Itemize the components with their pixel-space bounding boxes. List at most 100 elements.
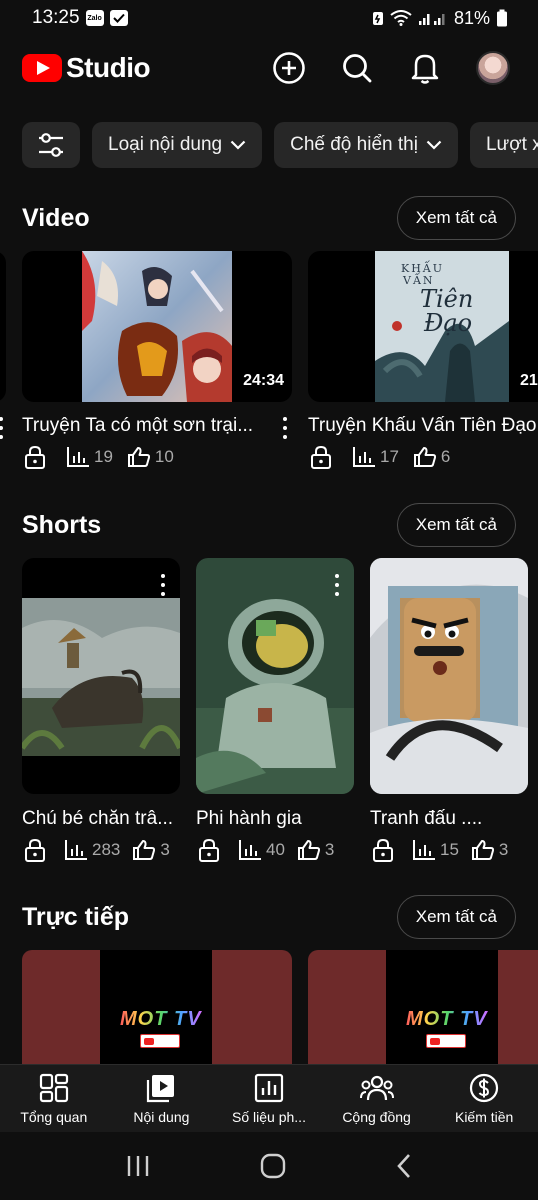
- notifications-button[interactable]: [402, 45, 448, 91]
- earn-icon: [470, 1073, 499, 1102]
- app-bar: Studio: [0, 40, 538, 96]
- see-all-videos-button[interactable]: Xem tất cả: [396, 196, 516, 240]
- thumbs-up-icon: [471, 840, 494, 860]
- likes-count: 10: [154, 447, 174, 466]
- chevron-down-icon: [426, 140, 442, 150]
- battery-icon: [497, 9, 507, 27]
- content-icon: [147, 1074, 175, 1102]
- short-thumbnail-art: [370, 558, 528, 794]
- video-thumbnail[interactable]: 24:34: [22, 251, 292, 402]
- likes-count: 6: [440, 447, 451, 466]
- more-options-icon[interactable]: [160, 574, 166, 596]
- lock-icon: [199, 838, 219, 862]
- live-thumbnail[interactable]: MOT TV: [22, 950, 292, 1070]
- short-title[interactable]: Tranh đấu ....: [370, 808, 530, 830]
- video-duration: 21: [520, 372, 538, 389]
- search-button[interactable]: [334, 45, 380, 91]
- nav-content[interactable]: Nội dung: [108, 1065, 216, 1132]
- community-icon: [359, 1075, 394, 1100]
- video-thumbnail[interactable]: KHẤU VẤN Tiên Đạo 21: [308, 251, 538, 402]
- more-options-icon[interactable]: [0, 417, 4, 439]
- short-stats: 40 3: [198, 838, 334, 862]
- chip-label: Lượt x: [485, 134, 538, 155]
- sliders-icon: [39, 133, 63, 157]
- home-icon[interactable]: [260, 1153, 286, 1179]
- nav-label: Kiếm tiền: [454, 1108, 514, 1125]
- views-count: 40: [266, 840, 285, 859]
- see-all-live-button[interactable]: Xem tất cả: [396, 895, 516, 939]
- short-thumbnail[interactable]: [196, 558, 354, 794]
- section-title: Video: [22, 203, 90, 232]
- nav-earn[interactable]: Kiếm tiền: [430, 1065, 538, 1132]
- section-title: Shorts: [22, 510, 102, 539]
- dashboard-icon: [39, 1073, 68, 1102]
- signal-icon: [418, 14, 445, 25]
- mot-tv-logo: MOT TV: [120, 1008, 202, 1030]
- thumbnail-title: Tiên Đạo: [420, 287, 473, 335]
- nav-label: Nội dung: [133, 1108, 190, 1125]
- see-all-shorts-button[interactable]: Xem tất cả: [396, 503, 516, 547]
- thumbs-up-icon: [133, 840, 156, 860]
- live-thumbnail[interactable]: MOT TV: [308, 950, 538, 1070]
- video-stats: 19 10: [24, 445, 174, 469]
- analytics-icon: [353, 447, 375, 467]
- analytics-icon: [254, 1073, 284, 1102]
- short-thumbnail[interactable]: [370, 558, 528, 794]
- likes-count: 3: [160, 840, 170, 859]
- short-thumbnail[interactable]: [22, 558, 180, 794]
- analytics-icon: [239, 840, 261, 860]
- live-section-header: Trực tiếp Xem tất cả: [22, 895, 516, 939]
- youtube-studio-logo[interactable]: Studio: [22, 52, 151, 84]
- create-button[interactable]: [266, 45, 312, 91]
- account-button[interactable]: [470, 45, 516, 91]
- more-options-icon[interactable]: [282, 417, 288, 439]
- wifi-icon: [390, 10, 412, 26]
- add-circle-icon: [273, 52, 305, 84]
- nav-dashboard[interactable]: Tổng quan: [0, 1065, 108, 1132]
- bottom-navigation: Tổng quan Nội dung Số liệu ph... Cộng đồ…: [0, 1064, 538, 1132]
- back-icon[interactable]: [395, 1153, 413, 1179]
- recent-apps-icon[interactable]: [125, 1154, 151, 1178]
- visibility-stat: [24, 445, 46, 469]
- short-title[interactable]: Chú bé chăn trâ...: [22, 808, 182, 830]
- likes-count: 3: [498, 840, 509, 859]
- short-title[interactable]: Phi hành gia: [196, 808, 356, 830]
- chip-content-type[interactable]: Loại nội dung: [92, 122, 263, 168]
- mot-tv-logo: MOT TV: [406, 1008, 488, 1030]
- views-stat: 283: [64, 839, 120, 861]
- likes-stat: 3: [471, 839, 508, 861]
- nav-community[interactable]: Cộng đồng: [323, 1065, 431, 1132]
- lock-icon: [25, 838, 45, 862]
- lock-icon: [25, 445, 45, 469]
- short-thumbnail-art: [196, 558, 354, 794]
- bell-icon: [411, 54, 439, 84]
- video-carousel: 24:34 Truyện Ta có một sơn trại... 19 10…: [0, 251, 538, 481]
- clock: 13:25: [32, 7, 80, 28]
- thumbnail-caption: KHẤU VẤN: [401, 263, 444, 287]
- chip-visibility[interactable]: Chế độ hiển thị: [274, 122, 458, 168]
- visibility-stat: [24, 838, 46, 862]
- video-title[interactable]: Truyện Ta có một sơn trại...: [22, 415, 272, 437]
- youtube-logo-icon: [22, 54, 62, 82]
- search-icon: [343, 54, 372, 83]
- video-thumbnail-art: [82, 251, 232, 402]
- views-stat: 17: [352, 446, 399, 468]
- analytics-icon: [67, 447, 89, 467]
- zalo-notification-icon: Zalo: [85, 10, 104, 26]
- thumbs-up-icon: [127, 447, 150, 467]
- views-count: 283: [92, 840, 121, 859]
- nav-label: Cộng đồng: [342, 1108, 411, 1125]
- likes-stat: 3: [132, 839, 170, 861]
- analytics-icon: [65, 840, 87, 860]
- video-title[interactable]: Truyện Khấu Vấn Tiên Đạo: [308, 415, 538, 437]
- visibility-stat: [372, 838, 394, 862]
- subscribe-badge: [140, 1034, 180, 1048]
- likes-count: 3: [324, 840, 335, 859]
- chip-views[interactable]: Lượt x: [469, 122, 538, 168]
- video-duration: 24:34: [243, 372, 284, 389]
- nav-analytics[interactable]: Số liệu ph...: [215, 1065, 323, 1132]
- video-thumbnail-partial[interactable]: [0, 251, 6, 402]
- more-options-icon[interactable]: [334, 574, 340, 596]
- visibility-stat: [198, 838, 220, 862]
- filter-settings-button[interactable]: [22, 122, 80, 168]
